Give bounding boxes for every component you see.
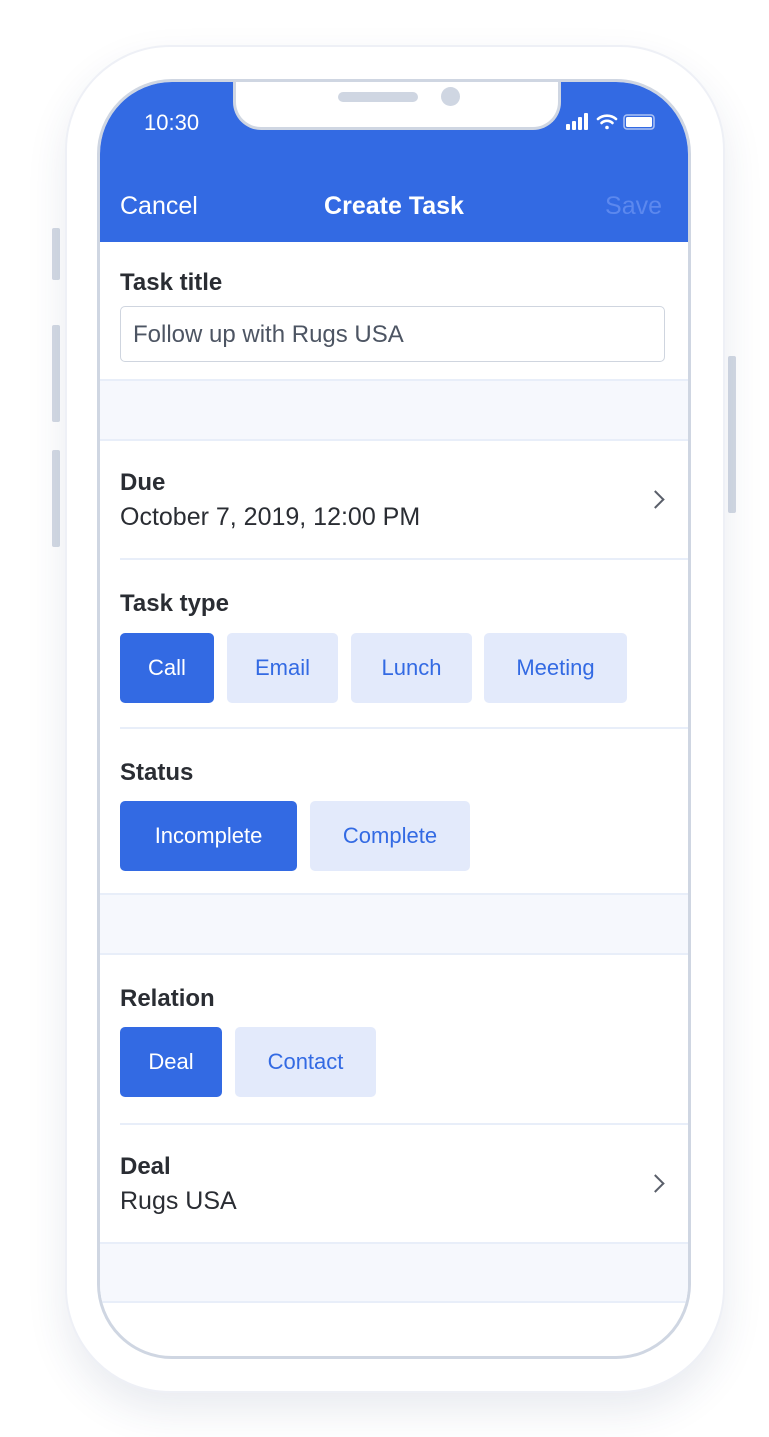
deal-row[interactable]: Deal Rugs USA: [100, 1125, 688, 1244]
relation-label: Relation: [120, 985, 215, 1012]
status-label: Status: [120, 759, 194, 786]
task-type-email[interactable]: Email: [227, 633, 338, 703]
speaker-icon: [338, 92, 418, 102]
status-incomplete[interactable]: Incomplete: [120, 801, 297, 871]
page-title: Create Task: [324, 192, 464, 220]
deal-value: Rugs USA: [120, 1187, 237, 1215]
save-button[interactable]: Save: [605, 192, 662, 221]
deal-label: Deal: [120, 1153, 171, 1180]
task-type-label: Task type: [120, 590, 229, 617]
task-type-section: Task type Call Email Lunch Meeting: [100, 560, 688, 729]
section-spacer: [100, 379, 688, 441]
task-type-call[interactable]: Call: [120, 633, 214, 703]
mute-switch: [52, 228, 60, 280]
wifi-icon: [596, 114, 618, 130]
volume-up-button: [52, 325, 60, 422]
section-spacer: [100, 893, 688, 955]
task-type-meeting[interactable]: Meeting: [484, 633, 627, 703]
task-title-label: Task title: [120, 269, 223, 296]
relation-contact[interactable]: Contact: [235, 1027, 376, 1097]
status-complete[interactable]: Complete: [310, 801, 470, 871]
due-value: October 7, 2019, 12:00 PM: [120, 503, 421, 531]
battery-icon: [623, 114, 655, 130]
chevron-right-icon: [646, 1174, 665, 1193]
chevron-right-icon: [646, 490, 665, 509]
power-button: [728, 356, 736, 513]
due-label: Due: [120, 469, 166, 496]
phone-screen: 10:30 Cancel Create Task Save Task title…: [97, 79, 691, 1359]
signal-icon: [566, 113, 588, 130]
status-section: Status Incomplete Complete: [100, 729, 688, 895]
relation-deal[interactable]: Deal: [120, 1027, 222, 1097]
due-row[interactable]: Due October 7, 2019, 12:00 PM: [100, 441, 688, 560]
relation-section: Relation Deal Contact: [100, 955, 688, 1125]
notch: [233, 82, 561, 130]
status-time: 10:30: [144, 110, 200, 135]
volume-down-button: [52, 450, 60, 547]
task-type-lunch[interactable]: Lunch: [351, 633, 472, 703]
section-spacer: [100, 1242, 688, 1303]
status-icons: [566, 113, 655, 130]
task-title-input[interactable]: Follow up with Rugs USA: [120, 306, 665, 362]
camera-icon: [441, 87, 460, 106]
